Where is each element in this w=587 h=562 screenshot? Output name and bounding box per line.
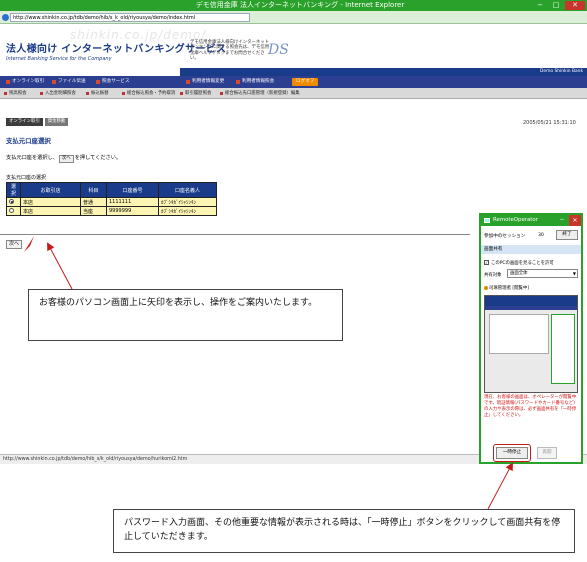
breadcrumb-item[interactable]: 資金移動 <box>44 118 69 126</box>
radio-cell[interactable] <box>6 206 21 216</box>
menu-file-transfer[interactable]: ファイル伝送 <box>52 78 86 86</box>
header-notice: デモ信用金庫法人様向けインターネットバンキングに関する照会先は、デモ信用金庫ヘル… <box>190 40 270 62</box>
callout-2-arrow <box>487 462 513 510</box>
remote-operator-icon <box>484 218 490 223</box>
preview-content <box>489 314 549 354</box>
pause-button[interactable]: 一時停止 <box>496 447 528 459</box>
table-row[interactable]: 本店 当座 9999999 ｶﾌﾞｼｷｶﾞｲｼｬｼﾝｷﾝ <box>6 206 217 216</box>
resume-button[interactable]: 再開 <box>537 447 557 459</box>
instruction-prefix: 支払元口座を選択し、 <box>6 155 58 161</box>
viewer-status: 司琢管理者 [閲覧中] <box>484 285 529 291</box>
account-radio[interactable] <box>9 208 14 213</box>
timestamp: 2005/05/21 15:31:10 <box>523 120 576 126</box>
type-cell: 当座 <box>80 206 107 216</box>
holder-cell: ｶﾌﾞｼｷｶﾞｲｼｬｼﾝｷﾝ <box>158 206 217 216</box>
type-cell: 普通 <box>80 197 107 207</box>
url-field[interactable]: http://www.shinkin.co.jp/tdb/demo/hib/s_… <box>10 13 250 22</box>
viewer-state: [閲覧中] <box>512 286 529 291</box>
table-row[interactable]: 本店 普通 1111111 ｶﾌﾞｼｷｶﾞｲｼｬｼﾝｷﾝ <box>6 197 217 207</box>
breadcrumb-item[interactable]: オンライン取引 <box>6 118 43 126</box>
submenu-transfer[interactable]: 振込振替 <box>86 90 109 97</box>
branch-cell: 本店 <box>20 197 81 207</box>
panel-minimize-button[interactable]: − <box>557 215 567 226</box>
account-table: 選択 お取引店 科目 口座番号 口座名義人 本店 普通 1111111 ｶﾌﾞｼ… <box>6 182 217 216</box>
end-session-button[interactable]: 終了 <box>556 230 578 240</box>
remote-operator-title: RemoteOperator <box>493 217 538 223</box>
number-cell: 9999999 <box>106 206 159 216</box>
inline-next-label: 次へ <box>58 155 74 163</box>
instruction-suffix: を押してください。 <box>74 155 122 161</box>
logoff-button[interactable]: ログオフ <box>292 78 319 86</box>
address-bar: http://www.shinkin.co.jp/tdb/demo/hib/s_… <box>0 11 587 24</box>
instruction-text: 支払元口座を選択し、 次へ を押してください。 <box>6 154 121 163</box>
arrow-guide-callout: お客様のパソコン画面上に矢印を表示し、操作をご案内いたします。 <box>28 289 343 341</box>
checkbox-checked-icon[interactable]: ✓ <box>484 260 489 265</box>
preview-menu <box>485 306 577 310</box>
table-header-row: 選択 お取引店 科目 口座番号 口座名義人 <box>6 182 217 198</box>
sub-menu: 残高照会 入出金明細照会 振込振替 総合振込照会・予約取消 取引履歴照会 総合振… <box>0 88 587 99</box>
session-label: 参加中のセッション <box>484 234 526 239</box>
panel-close-button[interactable]: ✕ <box>569 215 581 226</box>
close-button[interactable]: ✕ <box>565 1 585 10</box>
table-caption: 支払元口座の選択 <box>6 175 47 181</box>
preview-panel <box>551 314 575 384</box>
submenu-balance[interactable]: 残高照会 <box>4 90 27 97</box>
menu-online-transaction[interactable]: オンライン取引 <box>6 78 44 86</box>
bank-name-bar: Demo Shinkin Bank <box>180 68 587 76</box>
menu-user-info-change[interactable]: 利用者情報変更 <box>186 78 224 86</box>
column-header: お取引店 <box>20 182 81 198</box>
radio-cell[interactable] <box>6 197 21 207</box>
share-target-select[interactable]: 画面全体 ▼ <box>507 269 578 278</box>
menu-user-info-inquiry[interactable]: 利用者情報照会 <box>236 78 274 86</box>
bank-subtitle: Internet Banking Service for the Company <box>6 56 112 62</box>
column-header: 選択 <box>6 182 21 198</box>
bank-header: shinkin.co.jp/demo/ 法人様向け インターネットバンキングサー… <box>0 24 587 76</box>
allow-view-label: このPCの画面を見ることを許可 <box>491 261 554 266</box>
session-count: 30 <box>538 233 544 238</box>
column-header: 口座名義人 <box>158 182 217 198</box>
browser-icon <box>2 14 9 21</box>
remote-operator-titlebar: RemoteOperator − ✕ <box>481 215 581 226</box>
menu-inquiry[interactable]: 照会サービス <box>96 78 130 86</box>
window-title: デモ信用金庫 法人インターネットバンキング - Internet Explore… <box>195 1 405 9</box>
chevron-down-icon: ▼ <box>572 271 576 276</box>
allow-view-checkbox[interactable]: ✓ このPCの画面を見ることを許可 <box>484 260 554 266</box>
browser-titlebar: デモ信用金庫 法人インターネットバンキング - Internet Explore… <box>0 0 587 11</box>
main-menu: オンライン取引 ファイル伝送 照会サービス 利用者情報変更 利用者情報照会 ログ… <box>0 76 587 88</box>
number-cell: 1111111 <box>106 197 159 207</box>
divider <box>0 234 470 235</box>
branch-cell: 本店 <box>20 206 81 216</box>
submenu-deposit-history[interactable]: 入出金明細照会 <box>40 90 76 97</box>
maximize-button[interactable]: □ <box>549 1 563 10</box>
remote-operator-panel: RemoteOperator − ✕ 参加中のセッション 30 終了 画面共有 … <box>479 213 583 464</box>
column-header: 科目 <box>80 182 107 198</box>
preview-header <box>485 296 577 306</box>
share-target-value: 画面全体 <box>510 271 528 276</box>
breadcrumb: オンライン取引 資金移動 <box>6 118 70 126</box>
page-title: 支払元口座選択 <box>6 137 51 145</box>
pause-guide-callout: パスワード入力画面、その他重要な情報が表示される時は、「一時停止」ボタンをクリッ… <box>113 509 575 553</box>
holder-cell: ｶﾌﾞｼｷｶﾞｲｼｬｼﾝｷﾝ <box>158 197 217 207</box>
bank-logo: DS <box>268 42 289 58</box>
submenu-transaction-history[interactable]: 取引履歴照会 <box>180 90 211 97</box>
privacy-warning: 現在、お客様の画面は、オペレーターが閲覧中です。暗証情報(パスワードやカード番号… <box>484 395 577 418</box>
column-header: 口座番号 <box>106 182 159 198</box>
account-radio-selected[interactable] <box>9 199 14 204</box>
minimize-button[interactable]: − <box>533 1 547 10</box>
screen-share-section: 画面共有 <box>481 245 581 254</box>
next-button[interactable]: 次へ <box>6 240 22 249</box>
submenu-bulk-transfer-inquiry[interactable]: 総合振込照会・予約取消 <box>122 90 175 97</box>
viewer-status-icon <box>484 285 488 290</box>
submenu-payee-management[interactable]: 総合振込先口座管理（新規登録）編集 <box>220 90 300 97</box>
viewer-name: 司琢管理者 <box>489 286 511 291</box>
share-target-label: 共有対象 <box>484 273 502 278</box>
screen-preview-thumbnail <box>484 295 578 393</box>
